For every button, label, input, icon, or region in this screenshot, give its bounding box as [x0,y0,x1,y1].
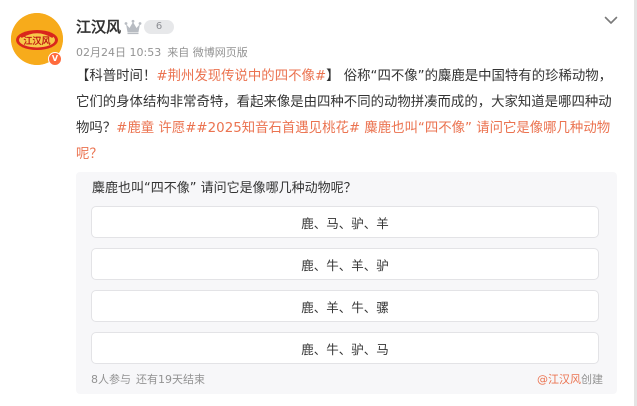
poll-card: 麋鹿也叫“四不像” 请问它是像哪几种动物呢？ 鹿、马、驴、羊 鹿、牛、羊、驴 鹿… [76,172,617,394]
verified-icon: V [48,52,62,66]
member-badge[interactable]: 6 [124,18,174,36]
hashtag-link[interactable]: #鹿童 许愿##2025知音石首遇见桃花# [116,121,360,136]
poll-option-1[interactable]: 鹿、马、驴、羊 [91,206,599,238]
post-text: 【科普时间！#荆州发现传说中的四不像#】 俗称“四不像”的麋鹿是中国特有的珍稀动… [76,64,616,168]
poll-creator-link[interactable]: @江汉风 [537,373,581,386]
poll-option-2[interactable]: 鹿、牛、羊、驴 [91,248,599,280]
post-text-part: 【科普时间！ [76,69,157,84]
poll-option-4[interactable]: 鹿、牛、驴、马 [91,332,599,364]
poll-stats: 8人参与 还有19天结束 [91,372,205,388]
poll-participants: 8人参与 [91,373,131,386]
poll-option-3[interactable]: 鹿、羊、牛、骡 [91,290,599,322]
chevron-down-icon[interactable] [602,11,620,29]
crown-icon [124,19,142,35]
post-meta: 02月24日 10:53 来自 微博网页版 [76,45,248,61]
hashtag-link[interactable]: #荆州发现传说中的四不像# [156,69,326,84]
poll-created-label: 创建 [581,373,603,386]
avatar-text: 江汉风 [23,35,50,47]
author-name[interactable]: 江汉风 [76,17,121,37]
poll-question: 麋鹿也叫“四不像” 请问它是像哪几种动物呢？ [92,181,357,196]
poll-creator: @江汉风创建 [537,372,603,388]
post-time[interactable]: 02月24日 10:53 [76,46,161,59]
member-level: 6 [144,20,174,34]
post-source: 来自 微博网页版 [167,46,248,59]
weibo-post: 江汉风 V 江汉风 6 02月24日 10:53 来自 微博网页版 【科普时间！#… [0,0,637,406]
poll-remaining: 还有19天结束 [136,373,205,386]
